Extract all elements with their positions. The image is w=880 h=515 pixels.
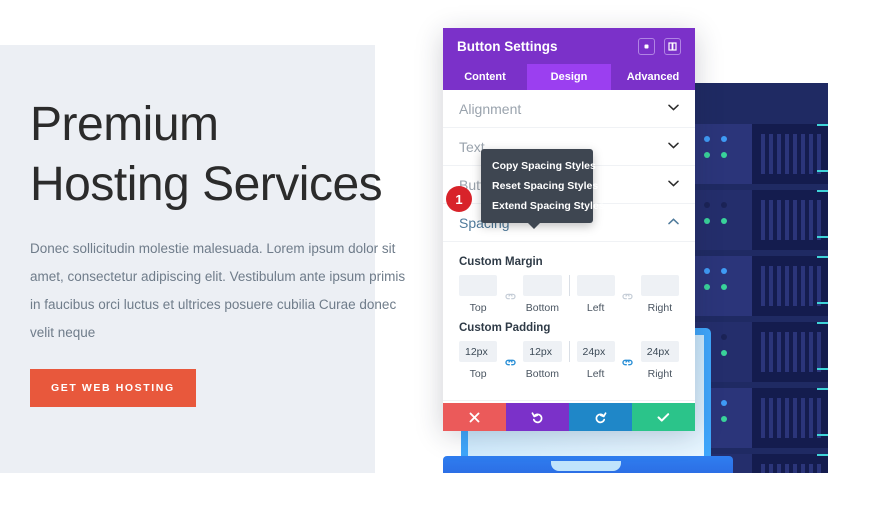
server-unit <box>678 190 828 250</box>
chevron-up-icon <box>668 217 679 228</box>
cancel-button[interactable] <box>443 403 506 431</box>
panel-title: Button Settings <box>457 38 558 54</box>
panel-body: Alignment Text Button Spacing <box>443 90 695 403</box>
padding-left-input[interactable] <box>576 341 615 362</box>
rack-bracket <box>817 124 828 172</box>
margin-bottom-caption: Bottom <box>525 302 559 314</box>
field-divider <box>568 341 570 362</box>
rack-bracket <box>817 388 828 436</box>
spacing-section-body: Custom Margin Top Bottom Left Right Cust… <box>443 242 695 390</box>
menu-pointer-arrow <box>527 222 541 229</box>
screenshot-root: Premium Hosting Services Donec sollicitu… <box>0 0 880 515</box>
hero-content: Premium Hosting Services Donec sollicitu… <box>30 95 430 407</box>
hero-paragraph: Donec sollicitudin molestie malesuada. L… <box>30 241 406 340</box>
padding-bottom-caption: Bottom <box>525 368 559 380</box>
page-title-line1: Premium <box>30 98 219 151</box>
menu-item-reset-spacing-styles[interactable]: Reset Spacing Styles <box>481 176 598 196</box>
margin-top-input[interactable] <box>459 275 498 296</box>
margin-leftright-link-icon[interactable] <box>615 288 641 301</box>
server-unit <box>678 124 828 184</box>
rack-bracket <box>817 256 828 304</box>
panel-header: Button Settings <box>443 28 695 64</box>
rack-bracket <box>817 454 828 473</box>
margin-right-input[interactable] <box>640 275 679 296</box>
padding-right-field[interactable]: Right <box>640 341 679 380</box>
page-title-line2: Hosting Services <box>30 158 383 211</box>
fullscreen-icon[interactable] <box>638 37 655 55</box>
chevron-down-icon <box>668 141 679 152</box>
undo-button[interactable] <box>506 403 569 431</box>
button-settings-panel: Button Settings Content Design Advanced … <box>443 28 695 431</box>
padding-left-caption: Left <box>586 368 605 380</box>
chevron-down-icon <box>668 103 679 114</box>
tab-advanced[interactable]: Advanced <box>611 64 695 90</box>
panel-action-bar <box>443 403 695 431</box>
padding-right-caption: Right <box>647 368 673 380</box>
save-button[interactable] <box>632 403 695 431</box>
margin-bottom-field[interactable]: Bottom <box>523 275 562 314</box>
panel-layout-icon[interactable] <box>664 37 681 55</box>
custom-margin-label: Custom Margin <box>459 256 543 268</box>
padding-top-caption: Top <box>469 368 487 380</box>
padding-top-field[interactable]: Top <box>459 341 498 380</box>
section-box-shadow[interactable]: Box Shadow <box>443 400 695 403</box>
server-unit <box>678 256 828 316</box>
laptop-trackpad <box>551 461 621 471</box>
margin-bottom-input[interactable] <box>523 275 562 296</box>
margin-topbottom-link-icon[interactable] <box>497 288 523 301</box>
padding-right-input[interactable] <box>640 341 679 362</box>
section-alignment[interactable]: Alignment <box>443 90 695 128</box>
margin-left-input[interactable] <box>576 275 615 296</box>
spacing-context-menu: Copy Spacing Styles Reset Spacing Styles… <box>481 149 605 229</box>
menu-item-extend-spacing-styles[interactable]: Extend Spacing Styles <box>481 196 605 216</box>
menu-item-copy-spacing-styles[interactable]: Copy Spacing Styles <box>481 156 596 176</box>
get-web-hosting-button[interactable]: Get Web Hosting <box>30 369 196 407</box>
margin-left-field[interactable]: Left <box>576 275 615 314</box>
custom-padding-label: Custom Padding <box>459 322 551 334</box>
padding-topbottom-link-icon[interactable] <box>497 354 523 367</box>
margin-left-caption: Left <box>586 302 605 314</box>
panel-tabs: Content Design Advanced <box>443 64 695 90</box>
margin-top-caption: Top <box>469 302 487 314</box>
margin-right-caption: Right <box>647 302 673 314</box>
padding-top-input[interactable] <box>459 341 498 362</box>
custom-padding-row: Top Bottom Left <box>459 341 679 380</box>
section-label: Alignment <box>459 100 522 117</box>
step-badge: 1 <box>446 186 472 212</box>
rack-bracket <box>817 322 828 370</box>
padding-left-field[interactable]: Left <box>576 341 615 380</box>
padding-bottom-field[interactable]: Bottom <box>523 341 562 380</box>
rack-bracket <box>817 190 828 238</box>
custom-margin-row: Top Bottom Left Right <box>459 275 679 314</box>
redo-button[interactable] <box>569 403 632 431</box>
padding-bottom-input[interactable] <box>523 341 562 362</box>
tab-design[interactable]: Design <box>527 64 611 90</box>
field-divider <box>568 275 570 296</box>
margin-right-field[interactable]: Right <box>640 275 679 314</box>
tab-content[interactable]: Content <box>443 64 527 90</box>
chevron-down-icon <box>668 179 679 190</box>
padding-leftright-link-icon[interactable] <box>615 354 641 367</box>
margin-top-field[interactable]: Top <box>459 275 498 314</box>
